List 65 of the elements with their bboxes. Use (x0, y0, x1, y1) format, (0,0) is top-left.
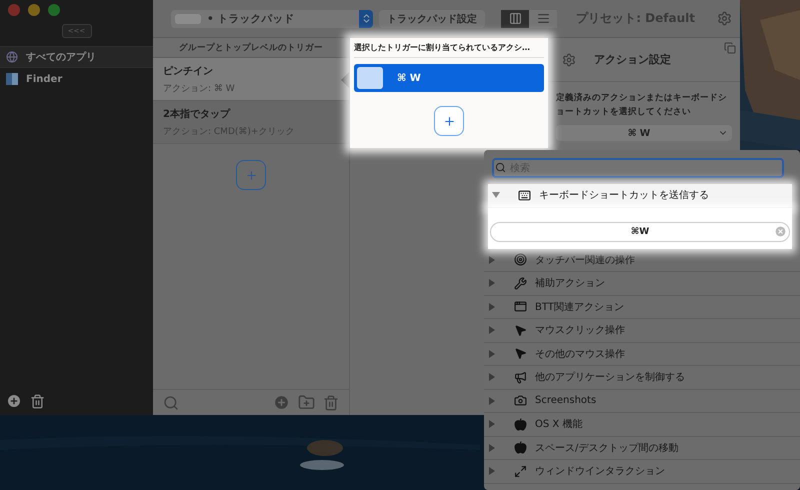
disclosure-icon[interactable] (488, 396, 496, 405)
category-item[interactable]: BTT関連アクション (484, 296, 800, 319)
category-item[interactable]: スペース/デスクトップ間の移動 (484, 436, 800, 460)
action-item[interactable]: ⌘ W (354, 64, 544, 92)
category-item[interactable]: OS X 機能 (484, 413, 800, 436)
new-folder-icon[interactable] (298, 394, 315, 411)
detach-icon[interactable] (724, 42, 736, 54)
wrench-icon (514, 276, 527, 290)
search-icon (495, 162, 506, 173)
window-icon (514, 300, 527, 314)
description: 定義済みのアクションまたはキーボードショートカットを選択してください (554, 92, 728, 119)
trigger-item[interactable]: ピンチイン アクション: ⌘ W (153, 58, 349, 101)
disclosure-icon[interactable] (488, 444, 496, 452)
category-item[interactable]: 補助アクション (484, 272, 800, 296)
add-trigger-button[interactable] (236, 160, 266, 190)
target-icon (514, 253, 527, 266)
shortcut-field[interactable]: ⌘W (490, 222, 790, 242)
settings-icon[interactable] (717, 11, 732, 26)
plus-icon (442, 114, 456, 128)
column-header: 選択したトリガーに割り当てられているアクシ… (354, 38, 544, 58)
columns-icon (508, 12, 522, 25)
close-button[interactable] (8, 4, 20, 16)
category-item[interactable]: キーボードショートカットを送信する (488, 184, 792, 208)
add-action-button[interactable] (434, 106, 464, 136)
pointer-icon (514, 347, 527, 360)
category-item[interactable]: 他のアプリケーションを制御する (484, 366, 800, 390)
category-item[interactable]: マウスクリック操作 (484, 319, 800, 342)
disclosure-icon[interactable] (488, 350, 496, 358)
sidebar-item[interactable]: Finder (0, 68, 153, 90)
list-icon (536, 12, 550, 25)
gear-icon (562, 52, 576, 66)
trash-icon[interactable] (30, 394, 45, 408)
apple-icon (514, 441, 527, 454)
camera-icon (514, 394, 527, 408)
disclosure-icon[interactable] (488, 326, 496, 334)
sidebar-item[interactable]: すべてのアプリ (0, 46, 153, 68)
category-item[interactable]: Screenshots (484, 390, 800, 413)
app-icon (6, 73, 18, 85)
category-item[interactable]: ウィンドウインタラクション (484, 460, 800, 484)
keyboard-icon (518, 188, 531, 202)
apple-icon (514, 418, 527, 431)
add-icon[interactable] (6, 393, 22, 409)
minimize-button[interactable] (28, 4, 40, 16)
settings-title: アクション設定 (594, 52, 671, 67)
disclosure-icon[interactable] (488, 279, 496, 288)
category-item[interactable]: タッチバー関連の操作 (484, 248, 800, 272)
disclosure-icon[interactable] (492, 191, 500, 200)
disclosure-icon[interactable] (488, 256, 496, 264)
view-mode-button[interactable] (501, 10, 529, 28)
shortcut-select[interactable]: ⌘ W (556, 125, 732, 142)
disclosure-icon[interactable] (488, 302, 496, 311)
zoom-button[interactable] (48, 4, 60, 16)
pointer-icon (514, 324, 527, 337)
resize-icon (514, 464, 527, 478)
disclosure-icon[interactable] (488, 467, 496, 476)
device-select[interactable]: • トラックパッド (171, 10, 373, 28)
globe-icon (6, 51, 18, 63)
megaphone-icon (514, 370, 527, 384)
disclosure-icon[interactable] (488, 373, 496, 382)
search-icon[interactable] (163, 394, 179, 410)
trackpad-settings-button[interactable]: トラックパッド設定 (379, 10, 485, 28)
category-item[interactable]: その他のマウス操作 (484, 342, 800, 366)
plus-icon (244, 168, 258, 182)
disclosure-icon[interactable] (488, 420, 496, 428)
view-mode-button[interactable] (529, 10, 557, 28)
